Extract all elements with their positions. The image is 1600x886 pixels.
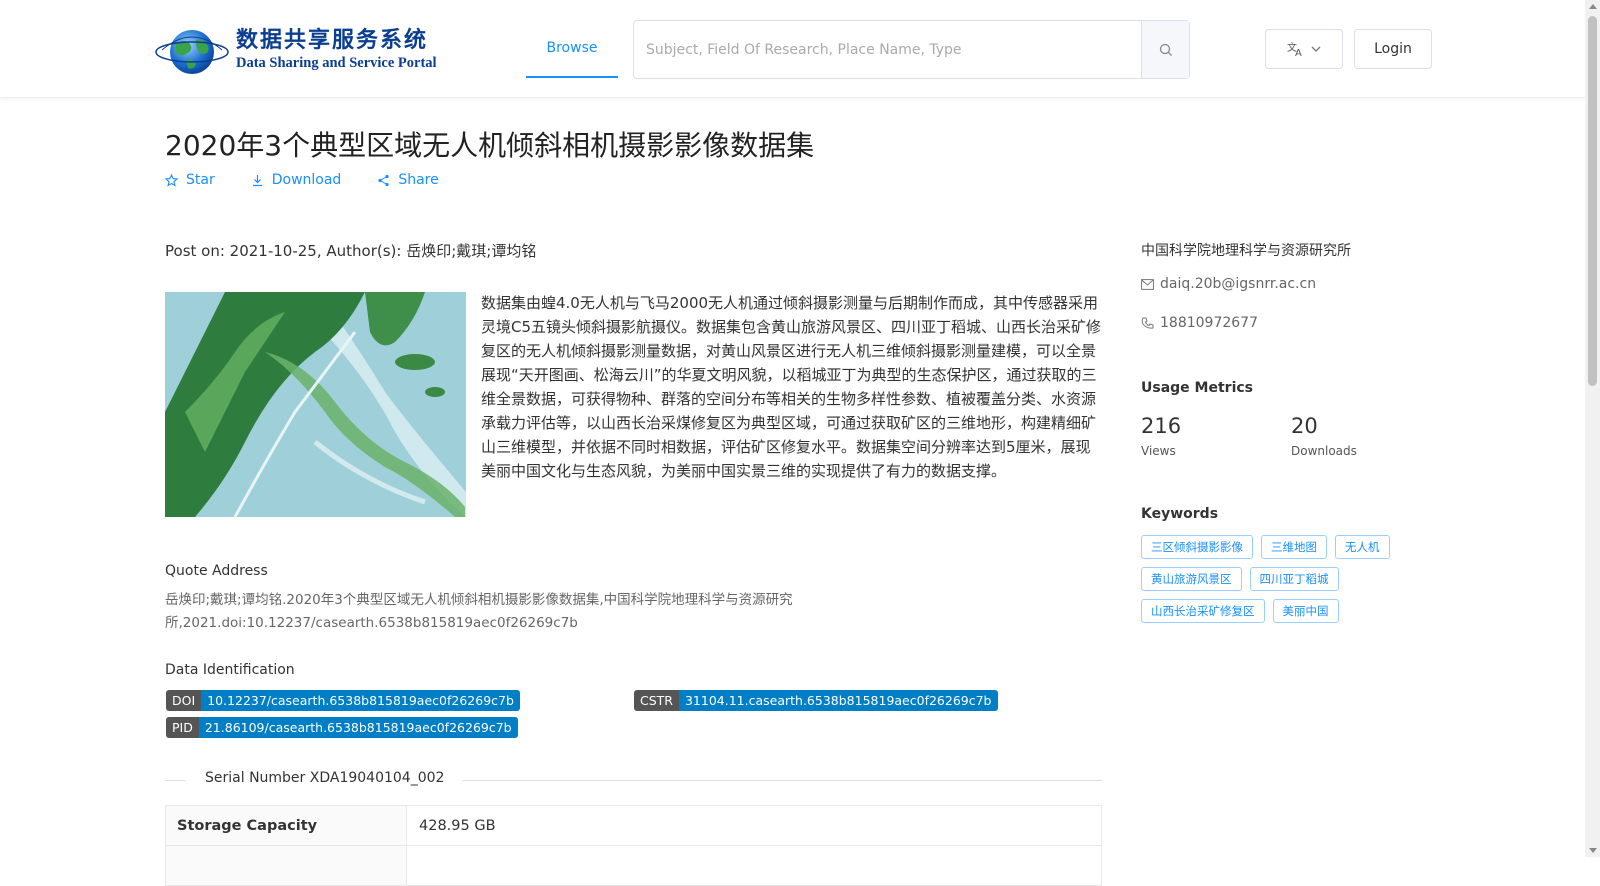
- dataset-actions: Star Download Share: [165, 172, 439, 188]
- quote-address-label: Quote Address: [165, 563, 268, 579]
- download-button[interactable]: Download: [251, 172, 342, 188]
- download-label: Download: [271, 172, 342, 188]
- table-key: Storage Capacity: [166, 806, 407, 845]
- logo-english-text: Data Sharing and Service Portal: [236, 55, 437, 71]
- share-label: Share: [398, 172, 439, 188]
- keyword-tag[interactable]: 无人机: [1335, 535, 1390, 559]
- login-button[interactable]: Login: [1354, 29, 1432, 69]
- scroll-up-arrow-icon[interactable]: [1589, 4, 1597, 9]
- keyword-tag[interactable]: 山西长治采矿修复区: [1141, 599, 1265, 623]
- keyword-tag[interactable]: 三维地图: [1261, 535, 1327, 559]
- contact-email[interactable]: daiq.20b@igsnrr.ac.cn: [1141, 276, 1316, 292]
- search-bar: [633, 20, 1190, 79]
- translate-icon: 文A: [1287, 41, 1302, 57]
- serial-number: Serial Number XDA19040104_002: [205, 770, 445, 786]
- svg-text:A: A: [1295, 48, 1302, 57]
- search-button[interactable]: [1141, 21, 1189, 78]
- data-identification-label: Data Identification: [165, 662, 295, 678]
- share-icon: [378, 174, 389, 186]
- pid-key: PID: [166, 717, 199, 738]
- download-icon: [252, 174, 262, 186]
- keywords-list: 三区倾斜摄影影像 三维地图 无人机 黄山旅游风景区 四川亚丁稻城 山西长治采矿修…: [1141, 535, 1411, 623]
- search-input[interactable]: [634, 21, 1141, 78]
- email-text: daiq.20b@igsnrr.ac.cn: [1160, 276, 1317, 292]
- downloads-count: 20: [1291, 414, 1318, 438]
- page-scrollbar[interactable]: [1585, 0, 1600, 857]
- post-info: Post on: 2021-10-25, Author(s): 岳焕印;戴琪;谭…: [165, 242, 537, 260]
- chevron-down-icon: [1311, 46, 1321, 52]
- table-row: Storage Capacity 428.95 GB: [166, 806, 1101, 846]
- cstr-value: 31104.11.casearth.6538b815819aec0f26269c…: [678, 690, 998, 711]
- scrollbar-thumb[interactable]: [1588, 16, 1597, 386]
- dataset-description: 数据集由蝗4.0无人机与飞马2000无人机通过倾斜摄影测量与后期制作而成，其中传…: [481, 294, 1102, 480]
- keyword-tag[interactable]: 美丽中国: [1272, 599, 1339, 623]
- cstr-key: CSTR: [634, 690, 679, 711]
- downloads-label: Downloads: [1291, 444, 1357, 458]
- quote-address-text: 岳焕印;戴琪;谭均铭.2020年3个典型区域无人机倾斜相机摄影影像数据集,中国科…: [165, 592, 793, 631]
- dataset-title: 2020年3个典型区域无人机倾斜相机摄影影像数据集: [165, 129, 815, 162]
- star-label: Star: [186, 172, 215, 188]
- keyword-tag[interactable]: 三区倾斜摄影影像: [1141, 535, 1253, 559]
- dataset-info-table: Storage Capacity 428.95 GB: [165, 805, 1102, 886]
- share-button[interactable]: Share: [377, 172, 439, 188]
- views-label: Views: [1141, 444, 1176, 458]
- nav-browse-tab[interactable]: Browse: [526, 20, 618, 78]
- star-icon: [165, 173, 178, 187]
- mail-icon: [1141, 278, 1154, 290]
- contact-phone: 18810972677: [1141, 315, 1258, 331]
- pid-badge[interactable]: PID 21.86109/casearth.6538b815819aec0f26…: [166, 717, 518, 738]
- doi-value: 10.12237/casearth.6538b815819aec0f26269c…: [201, 690, 520, 711]
- pid-value: 21.86109/casearth.6538b815819aec0f26269c…: [198, 717, 518, 738]
- table-row: [166, 846, 1101, 886]
- logo-chinese-text: 数据共享服务系统: [236, 27, 429, 53]
- views-count: 216: [1141, 414, 1182, 438]
- globe-logo-icon: [155, 30, 229, 74]
- phone-icon: [1141, 317, 1154, 329]
- star-button[interactable]: Star: [165, 172, 215, 188]
- satellite-image: [165, 292, 466, 517]
- views-metric: 216 Views: [1141, 412, 1181, 458]
- dataset-thumbnail[interactable]: [165, 292, 466, 517]
- organization-name: 中国科学院地理科学与资源研究所: [1141, 243, 1351, 259]
- phone-text: 18810972677: [1160, 315, 1258, 331]
- table-value: 428.95 GB: [419, 818, 496, 834]
- language-switcher[interactable]: 文A: [1265, 29, 1343, 69]
- doi-key: DOI: [166, 690, 202, 711]
- site-logo[interactable]: 数据共享服务系统 Data Sharing and Service Portal: [152, 20, 442, 80]
- downloads-metric: 20 Downloads: [1291, 412, 1357, 458]
- usage-metrics-heading: Usage Metrics: [1141, 380, 1253, 396]
- scroll-down-arrow-icon[interactable]: [1589, 848, 1597, 853]
- keywords-heading: Keywords: [1141, 506, 1219, 522]
- serial-number-divider: Serial Number XDA19040104_002: [165, 770, 1102, 790]
- search-icon: [1159, 43, 1172, 56]
- cstr-badge[interactable]: CSTR 31104.11.casearth.6538b815819aec0f2…: [634, 690, 998, 711]
- doi-badge[interactable]: DOI 10.12237/casearth.6538b815819aec0f26…: [166, 690, 520, 711]
- top-header: 数据共享服务系统 Data Sharing and Service Portal…: [0, 0, 1585, 98]
- keyword-tag[interactable]: 黄山旅游风景区: [1141, 567, 1242, 591]
- keyword-tag[interactable]: 四川亚丁稻城: [1249, 567, 1339, 591]
